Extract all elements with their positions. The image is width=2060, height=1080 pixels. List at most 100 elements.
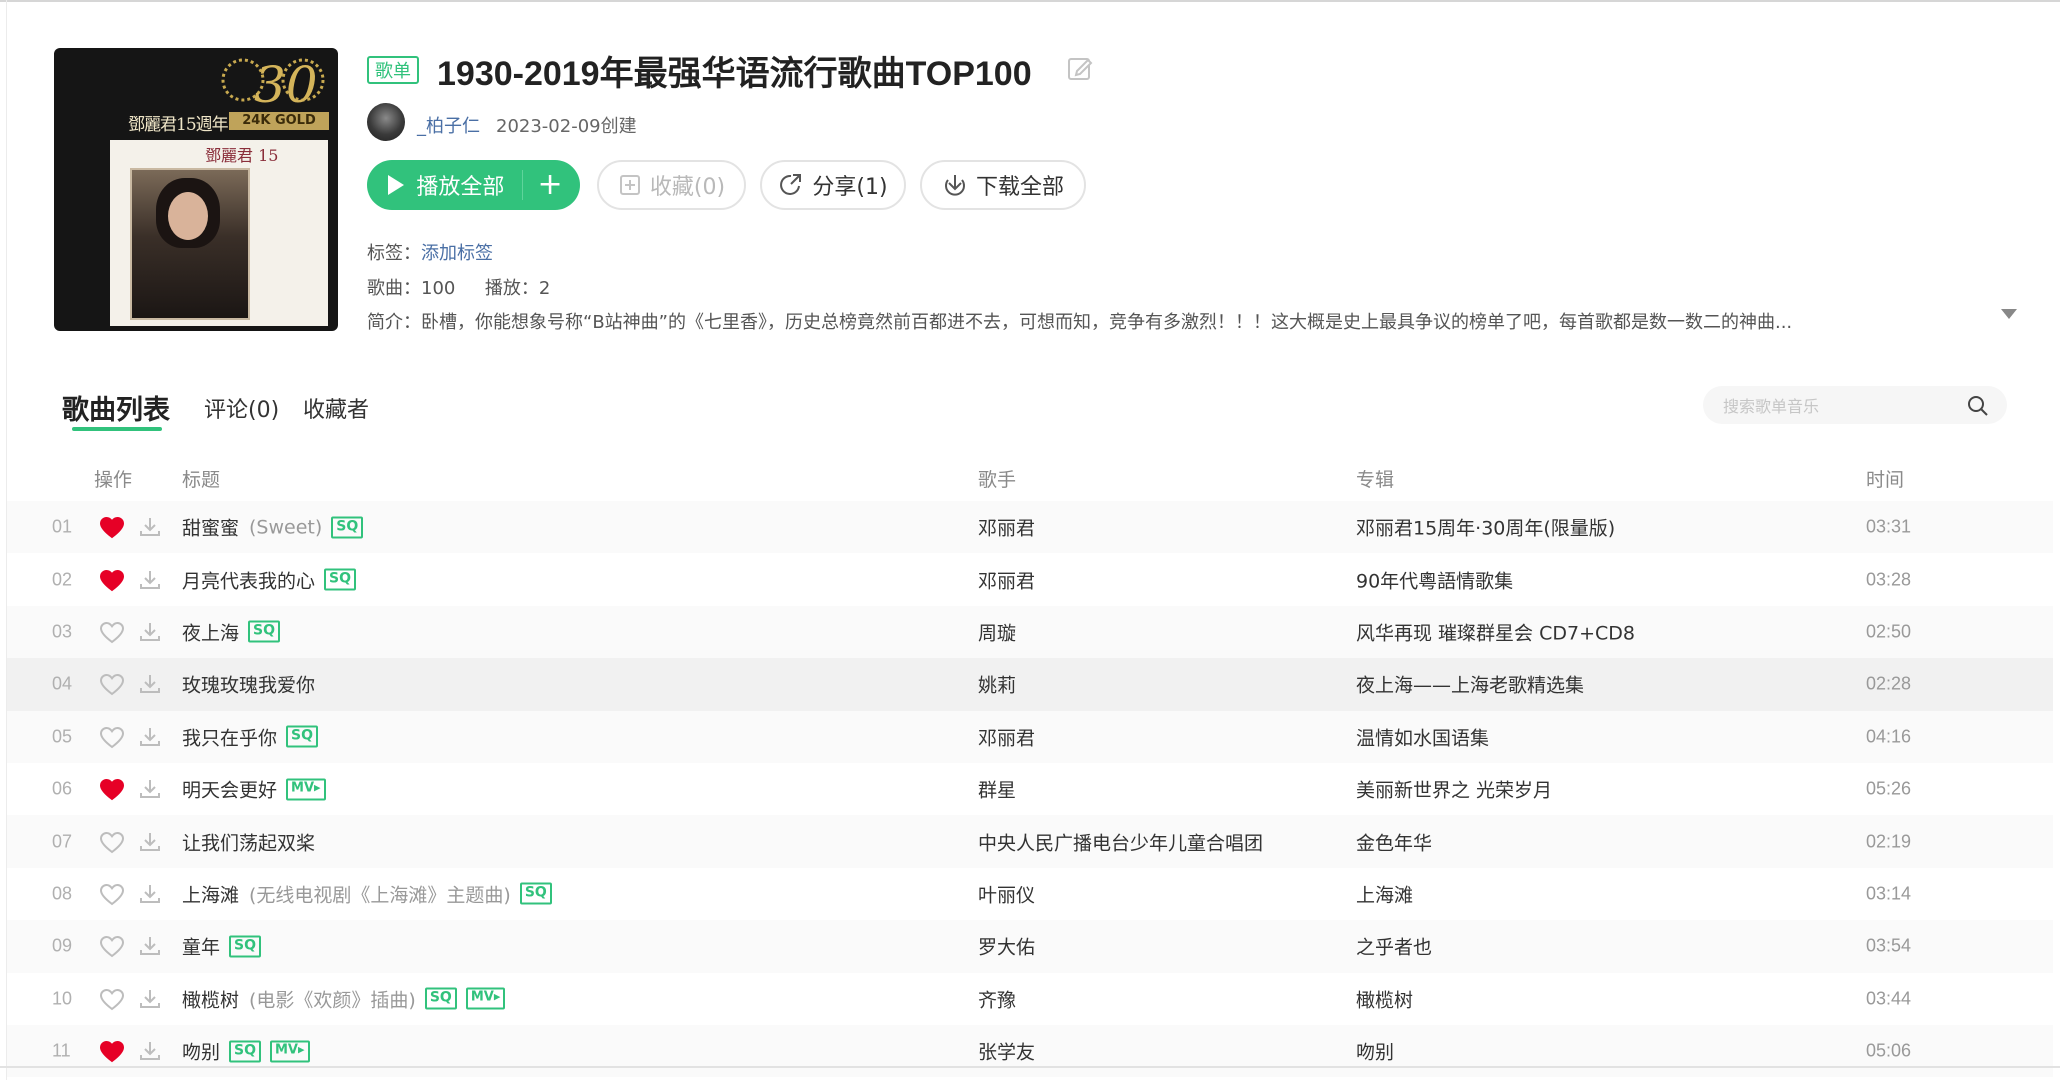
- download-all-button[interactable]: 下载全部: [920, 160, 1086, 210]
- song-album[interactable]: 之乎者也: [1356, 933, 1432, 960]
- heart-icon[interactable]: [99, 987, 125, 1011]
- song-row[interactable]: 08 上海滩 (无线电视剧《上海滩》主题曲) SQ 叶丽仪 上海滩 03:14: [7, 868, 2053, 920]
- download-icon[interactable]: [137, 881, 163, 907]
- song-album[interactable]: 吻别: [1356, 1038, 1394, 1065]
- search-icon[interactable]: [1966, 394, 1990, 418]
- download-icon[interactable]: [137, 1038, 163, 1064]
- song-album[interactable]: 夜上海——上海老歌精选集: [1356, 671, 1584, 698]
- download-icon[interactable]: [137, 776, 163, 802]
- song-row[interactable]: 06 明天会更好 MV▸ 群星 美丽新世界之 光荣岁月 05:26: [7, 763, 2053, 815]
- liked-heart-icon[interactable]: [99, 1039, 125, 1063]
- song-duration: 03:14: [1866, 883, 1912, 904]
- heart-icon[interactable]: [99, 672, 125, 696]
- song-album[interactable]: 橄榄树: [1356, 985, 1413, 1012]
- song-row[interactable]: 10 橄榄树 (电影《欢颜》插曲) SQ MV▸ 齐豫 橄榄树 03:44: [7, 973, 2053, 1025]
- heart-icon[interactable]: [99, 725, 125, 749]
- song-artist[interactable]: 齐豫: [978, 985, 1016, 1012]
- song-row[interactable]: 09 童年 SQ 罗大佑 之乎者也 03:54: [7, 920, 2053, 973]
- mv-badge[interactable]: MV▸: [286, 778, 326, 801]
- tab-comments[interactable]: 评论(0): [204, 392, 279, 424]
- mv-badge[interactable]: MV▸: [270, 1040, 310, 1063]
- song-number: 10: [52, 988, 73, 1009]
- mv-badge[interactable]: MV▸: [465, 987, 506, 1010]
- download-icon[interactable]: [137, 724, 163, 750]
- tags-line: 标签：添加标签: [367, 239, 493, 265]
- song-album[interactable]: 美丽新世界之 光荣岁月: [1356, 776, 1552, 803]
- liked-heart-icon[interactable]: [99, 515, 125, 539]
- song-artist[interactable]: 周璇: [978, 618, 1016, 645]
- song-artist[interactable]: 中央人民广播电台少年儿童合唱团: [978, 828, 1263, 855]
- song-artist[interactable]: 罗大佑: [978, 933, 1035, 960]
- song-artist[interactable]: 邓丽君: [978, 514, 1035, 541]
- song-artist[interactable]: 邓丽君: [978, 723, 1035, 750]
- song-album[interactable]: 风华再现 璀璨群星会 CD7+CD8: [1356, 618, 1635, 645]
- heart-icon[interactable]: [99, 830, 125, 854]
- download-icon[interactable]: [137, 671, 163, 697]
- playlist-type-badge: 歌单: [367, 56, 419, 84]
- song-title[interactable]: 上海滩: [182, 880, 239, 907]
- sq-quality-badge: SQ: [519, 882, 552, 905]
- song-title[interactable]: 明天会更好: [182, 776, 277, 803]
- download-icon[interactable]: [137, 514, 163, 540]
- song-row[interactable]: 07 让我们荡起双桨 中央人民广播电台少年儿童合唱团 金色年华 02:19: [7, 815, 2053, 868]
- add-to-queue-icon[interactable]: +: [537, 170, 562, 200]
- expand-description-icon[interactable]: [2001, 309, 2017, 319]
- songs-count-label: 歌曲：: [367, 278, 421, 299]
- tab-collectors[interactable]: 收藏者: [303, 392, 369, 424]
- liked-heart-icon[interactable]: [99, 777, 125, 801]
- song-row[interactable]: 01 甜蜜蜜 (Sweet) SQ 邓丽君 邓丽君15周年·30周年(限量版) 03:31: [7, 501, 2053, 554]
- download-icon[interactable]: [137, 986, 163, 1012]
- song-title[interactable]: 夜上海: [182, 618, 239, 645]
- song-artist[interactable]: 张学友: [978, 1038, 1035, 1065]
- download-icon[interactable]: [137, 567, 163, 593]
- playlist-title: 1930-2019年最强华语流行歌曲TOP100: [437, 55, 1032, 93]
- heart-icon[interactable]: [99, 882, 125, 906]
- song-artist[interactable]: 群星: [978, 776, 1016, 803]
- song-artist[interactable]: 姚莉: [978, 671, 1016, 698]
- liked-heart-icon[interactable]: [99, 568, 125, 592]
- download-icon[interactable]: [137, 829, 163, 855]
- share-button[interactable]: 分享(1): [760, 160, 906, 210]
- song-album[interactable]: 上海滩: [1356, 880, 1413, 907]
- song-album[interactable]: 温情如水国语集: [1356, 723, 1489, 750]
- song-title[interactable]: 甜蜜蜜: [182, 514, 239, 541]
- song-row[interactable]: 05 我只在乎你 SQ 邓丽君 温情如水国语集 04:16: [7, 710, 2053, 763]
- add-tag-link[interactable]: 添加标签: [421, 243, 493, 264]
- song-album[interactable]: 90年代粵語情歌集: [1356, 566, 1513, 593]
- play-all-button[interactable]: 播放全部 +: [367, 160, 580, 210]
- creator-avatar[interactable]: [367, 103, 405, 141]
- song-title[interactable]: 橄榄树: [182, 985, 239, 1012]
- song-album[interactable]: 金色年华: [1356, 828, 1432, 855]
- song-title[interactable]: 让我们荡起双桨: [182, 828, 315, 855]
- heart-icon[interactable]: [99, 934, 125, 958]
- playlist-cover[interactable]: 30 鄧麗君15週年 24K GOLD 鄧麗君 15: [54, 48, 338, 331]
- song-row[interactable]: 02 月亮代表我的心 SQ 邓丽君 90年代粵語情歌集 03:28: [7, 553, 2053, 605]
- song-title[interactable]: 吻别: [182, 1038, 220, 1065]
- download-icon[interactable]: [137, 933, 163, 959]
- heart-icon[interactable]: [99, 620, 125, 644]
- song-duration: 05:06: [1866, 1040, 1912, 1061]
- collect-button[interactable]: 收藏(0): [597, 160, 746, 210]
- song-artist[interactable]: 邓丽君: [978, 566, 1035, 593]
- tab-song-list[interactable]: 歌曲列表: [62, 388, 170, 427]
- playlist-search-input[interactable]: [1721, 392, 1965, 420]
- song-row[interactable]: 03 夜上海 SQ 周璇 风华再现 璀璨群星会 CD7+CD8 02:50: [7, 605, 2053, 659]
- creator-name-link[interactable]: _柏子仁: [417, 112, 480, 138]
- song-row[interactable]: 04 玫瑰玫瑰我爱你 姚莉 夜上海——上海老歌精选集 02:28: [7, 658, 2053, 711]
- description-text: 卧槽，你能想象号称“B站神曲”的《七里香》，历史总榜竟然前百都进不去，可想而知，…: [421, 312, 1793, 333]
- song-album[interactable]: 邓丽君15周年·30周年(限量版): [1356, 514, 1615, 541]
- song-row[interactable]: 11 吻别 SQ MV▸ 张学友 吻别 05:06: [7, 1024, 2053, 1078]
- edit-icon[interactable]: [1066, 54, 1094, 82]
- collect-label: 收藏(0): [649, 175, 726, 200]
- song-title[interactable]: 玫瑰玫瑰我爱你: [182, 671, 315, 698]
- song-duration: 03:54: [1866, 935, 1912, 956]
- song-title[interactable]: 我只在乎你: [182, 723, 277, 750]
- song-title-cell: 夜上海 SQ: [182, 618, 280, 645]
- song-title[interactable]: 童年: [182, 933, 220, 960]
- song-title[interactable]: 月亮代表我的心: [182, 566, 315, 593]
- song-artist[interactable]: 叶丽仪: [978, 880, 1035, 907]
- description-label: 简介：: [367, 312, 421, 333]
- song-duration: 04:16: [1866, 726, 1912, 747]
- download-icon[interactable]: [137, 619, 163, 645]
- counts-line: 歌曲：100 播放：2: [367, 274, 550, 300]
